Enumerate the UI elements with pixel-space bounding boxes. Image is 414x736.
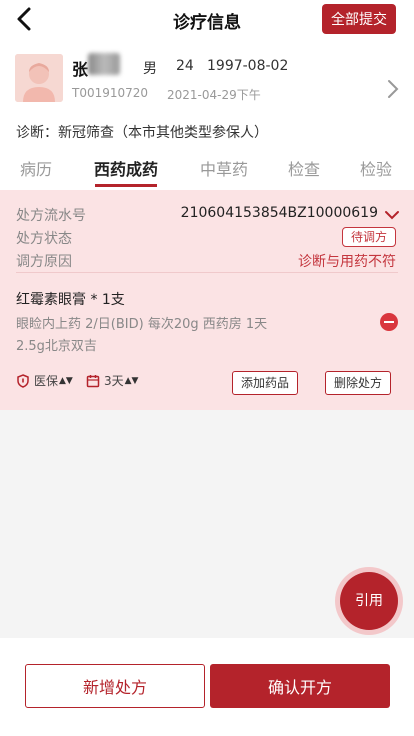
active-tab-indicator — [95, 184, 157, 187]
diagnosis-text: 诊断：新冠筛查（本市其他类型参保人） — [16, 125, 268, 141]
drug-name: 红霉素眼膏 * 1支 — [16, 292, 125, 308]
chevron-right-icon[interactable] — [386, 78, 400, 100]
shield-icon — [17, 373, 29, 388]
patient-id: T001910720 — [72, 86, 149, 100]
drug-spec: 2.5g北京双吉 — [16, 339, 97, 354]
name-redaction — [88, 53, 120, 75]
sort-updown-icon: ▲▼ — [59, 375, 73, 386]
tab-examination[interactable]: 检查 — [288, 156, 320, 180]
submit-all-button[interactable]: 全部提交 — [322, 4, 396, 34]
remove-drug-button[interactable] — [380, 313, 398, 331]
patient-gender: 男 — [143, 61, 157, 77]
new-prescription-button[interactable]: 新增处方 — [25, 664, 205, 708]
patient-birthdate: 1997-08-02 — [207, 58, 289, 74]
patient-age: 24 — [176, 58, 194, 74]
days-label: 3天 — [104, 374, 124, 388]
insurance-label: 医保 — [34, 374, 59, 388]
insurance-selector[interactable]: 医保 ▲▼ — [16, 372, 73, 389]
calendar-icon — [86, 374, 100, 387]
serial-label: 处方流水号 — [16, 208, 86, 224]
tab-bar: 病历 西药成药 中草药 检查 检验 — [0, 150, 414, 188]
bottom-action-bar: 新增处方 确认开方 — [0, 638, 414, 736]
person-avatar-icon — [15, 54, 63, 102]
status-label: 处方状态 — [16, 231, 72, 247]
top-bar: 诊疗信息 全部提交 — [0, 0, 414, 38]
tab-medical-record[interactable]: 病历 — [20, 156, 52, 180]
quote-button[interactable]: 引用 — [340, 572, 398, 630]
add-drug-button[interactable]: 添加药品 — [232, 371, 299, 395]
reason-label: 调方原因 — [16, 254, 72, 270]
patient-card[interactable]: 张 男 24 1997-08-02 T001910720 2021-04-29下… — [0, 50, 414, 112]
tab-lab-test[interactable]: 检验 — [360, 156, 392, 180]
chevron-down-icon[interactable] — [384, 209, 400, 221]
tab-herbal-medicine[interactable]: 中草药 — [200, 156, 248, 180]
divider — [16, 272, 398, 273]
tab-western-medicine[interactable]: 西药成药 — [94, 156, 158, 180]
confirm-prescription-button[interactable]: 确认开方 — [210, 664, 390, 708]
sort-updown-icon: ▲▼ — [124, 375, 139, 386]
patient-name: 张 — [72, 60, 89, 79]
avatar — [15, 54, 63, 102]
serial-value: 210604153854BZ10000619 — [180, 205, 378, 221]
delete-prescription-button[interactable]: 删除处方 — [325, 371, 392, 395]
visit-time: 2021-04-29下午 — [167, 88, 261, 102]
drug-usage: 眼睑内上药 2/日(BID) 每次20g 西药房 1天 — [16, 317, 268, 332]
reason-value: 诊断与用药不符 — [298, 254, 396, 270]
days-selector[interactable]: 3天 ▲▼ — [86, 372, 138, 389]
status-badge: 待调方 — [341, 227, 396, 247]
